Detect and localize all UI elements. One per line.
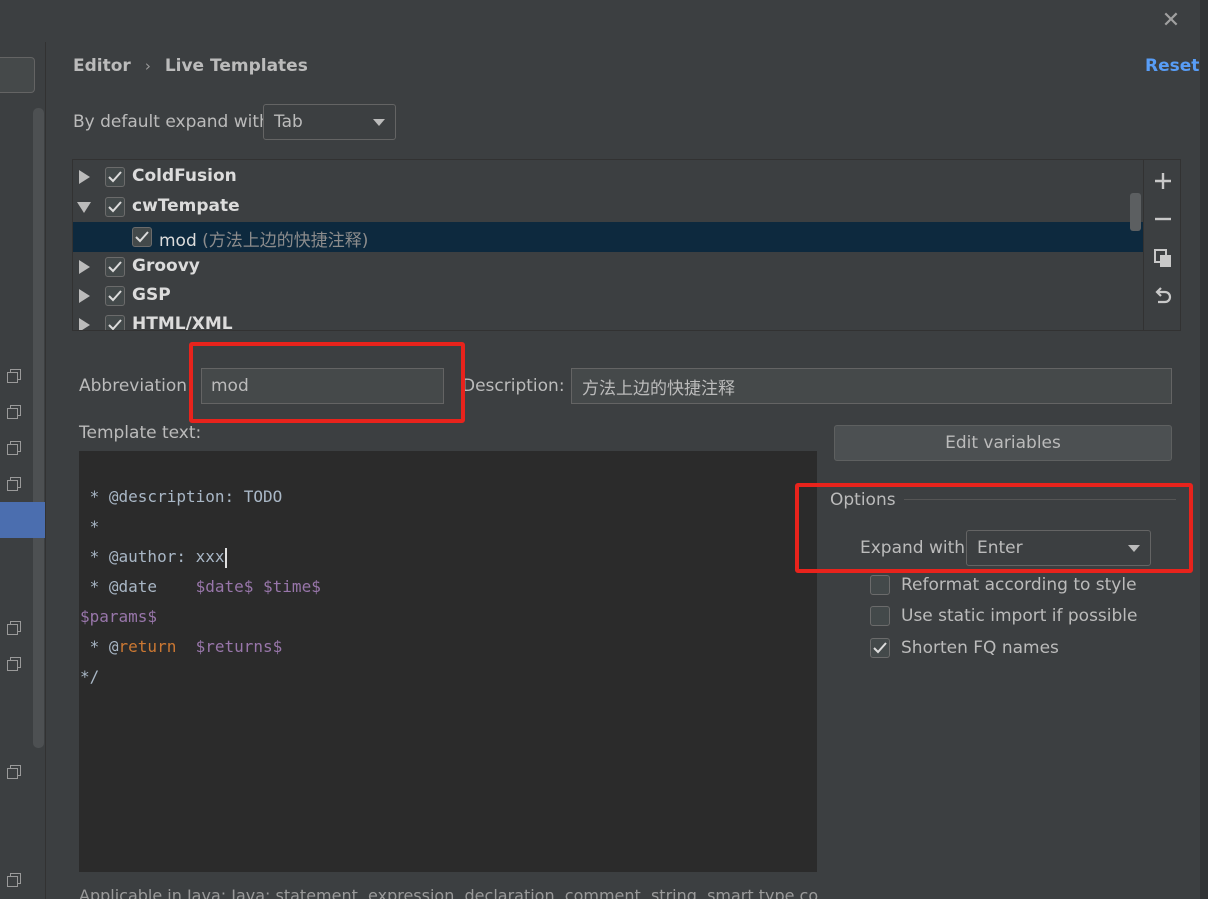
tree-item-mod[interactable]: mod (方法上边的快捷注释) (73, 222, 1143, 252)
breadcrumb-live-templates: Live Templates (164, 56, 308, 76)
template-text-editor[interactable]: * @description: TODO * * @author: xxx * … (79, 451, 817, 872)
restore-defaults-button[interactable] (1152, 286, 1174, 308)
close-button[interactable]: ✕ (1160, 10, 1182, 32)
copy-icon (7, 369, 21, 383)
expand-arrow-icon[interactable] (79, 318, 90, 330)
breadcrumb-editor[interactable]: Editor (73, 56, 131, 76)
add-template-button[interactable] (1152, 170, 1174, 192)
tree-group-cwtempate[interactable]: cwTempate (73, 192, 1143, 222)
applicable-contexts-text[interactable]: Applicable in Java: Java: statement, exp… (79, 886, 819, 899)
templates-tree[interactable]: ColdFusion cwTempate mod (方法上边的快捷注释) Gro… (72, 159, 1144, 331)
code-variable: $time$ (263, 577, 321, 596)
chevron-right-icon: › (144, 57, 151, 75)
annotation-highlight-box (189, 342, 465, 423)
tree-item-desc: (方法上边的快捷注释) (202, 231, 369, 251)
copy-icon (7, 405, 21, 419)
remove-template-button[interactable] (1152, 208, 1174, 230)
template-checkbox[interactable] (132, 227, 152, 247)
shorten-fq-checkbox[interactable] (870, 638, 890, 658)
description-input[interactable]: 方法上边的快捷注释 (571, 368, 1172, 404)
tree-group-gsp[interactable]: GSP (73, 281, 1143, 311)
code-line: * (80, 517, 100, 536)
copy-icon (7, 477, 21, 491)
code-line: * @return $returns$ (80, 637, 283, 656)
tree-toolbar (1144, 159, 1181, 331)
sidebar-selected-item[interactable] (0, 502, 45, 538)
edit-variables-button[interactable]: Edit variables (834, 425, 1172, 461)
tree-item-abbr: mod (159, 231, 197, 251)
text-caret (224, 547, 227, 568)
group-checkbox[interactable] (105, 315, 125, 330)
code-line: */ (80, 667, 100, 686)
copy-icon (7, 621, 21, 635)
tree-group-label: Groovy (132, 256, 200, 276)
static-import-checkbox[interactable] (870, 606, 890, 626)
plus-icon (1155, 173, 1171, 189)
reformat-label: Reformat according to style (901, 575, 1137, 595)
breadcrumb: Editor › Live Templates (73, 56, 308, 76)
code-text: * @ (80, 637, 119, 656)
abbreviation-label: Abbreviation: (79, 376, 193, 396)
expand-arrow-icon[interactable] (79, 260, 90, 274)
group-checkbox[interactable] (105, 257, 125, 277)
code-text: * @date (80, 577, 196, 596)
tree-scrollbar[interactable] (1130, 193, 1141, 231)
sidebar-scrollbar[interactable] (33, 108, 44, 748)
tree-group-label: GSP (132, 285, 171, 305)
code-text: * @author: xxx (80, 547, 225, 566)
expand-arrow-icon[interactable] (79, 170, 90, 184)
default-expand-value: Tab (274, 112, 303, 132)
group-checkbox[interactable] (105, 197, 125, 217)
static-import-label: Use static import if possible (901, 606, 1138, 626)
copy-icon (7, 873, 21, 887)
tree-group-label: cwTempate (132, 196, 240, 216)
tree-group-coldfusion[interactable]: ColdFusion (73, 162, 1143, 192)
close-icon: ✕ (1161, 8, 1181, 33)
settings-search-input[interactable] (0, 57, 35, 93)
code-variable: $returns$ (195, 637, 283, 656)
reformat-option[interactable]: Reformat according to style (870, 575, 1137, 595)
tree-group-html-xml[interactable]: HTML/XML (73, 310, 1143, 331)
description-label: Description: (462, 376, 565, 396)
default-expand-label: By default expand with (73, 112, 270, 132)
tree-group-label: HTML/XML (132, 314, 233, 331)
copy-icon (1154, 249, 1171, 267)
group-checkbox[interactable] (105, 286, 125, 306)
code-line: * @description: TODO (80, 487, 283, 506)
copy-template-button[interactable] (1152, 247, 1174, 269)
code-keyword: return (118, 637, 177, 656)
checkmark-icon (873, 642, 887, 654)
code-line: * @author: xxx (80, 547, 227, 568)
collapse-arrow-icon[interactable] (77, 202, 91, 213)
copy-icon (7, 765, 21, 779)
copy-icon (7, 657, 21, 671)
group-checkbox[interactable] (105, 167, 125, 187)
shorten-fq-label: Shorten FQ names (901, 638, 1059, 658)
reset-link[interactable]: Reset (1145, 56, 1199, 76)
window-edge (1200, 0, 1208, 899)
template-text-label: Template text: (79, 423, 202, 443)
tree-item-label: mod (方法上边的快捷注释) (159, 226, 368, 251)
minus-icon (1155, 217, 1171, 221)
tree-group-label: ColdFusion (132, 166, 237, 186)
static-import-option[interactable]: Use static import if possible (870, 606, 1138, 626)
copy-icon (7, 441, 21, 455)
tree-group-groovy[interactable]: Groovy (73, 252, 1143, 282)
dropdown-arrow-icon (373, 118, 385, 126)
expand-arrow-icon[interactable] (79, 289, 90, 303)
shorten-fq-option[interactable]: Shorten FQ names (870, 638, 1059, 658)
undo-icon (1155, 287, 1172, 304)
code-variable: $date$ (195, 577, 254, 596)
default-expand-select[interactable]: Tab (263, 104, 396, 140)
annotation-highlight-box (795, 483, 1193, 573)
code-line: * @date $date$ $time$ (80, 577, 321, 596)
reformat-checkbox[interactable] (870, 575, 890, 595)
code-line: $params$ (80, 607, 158, 626)
